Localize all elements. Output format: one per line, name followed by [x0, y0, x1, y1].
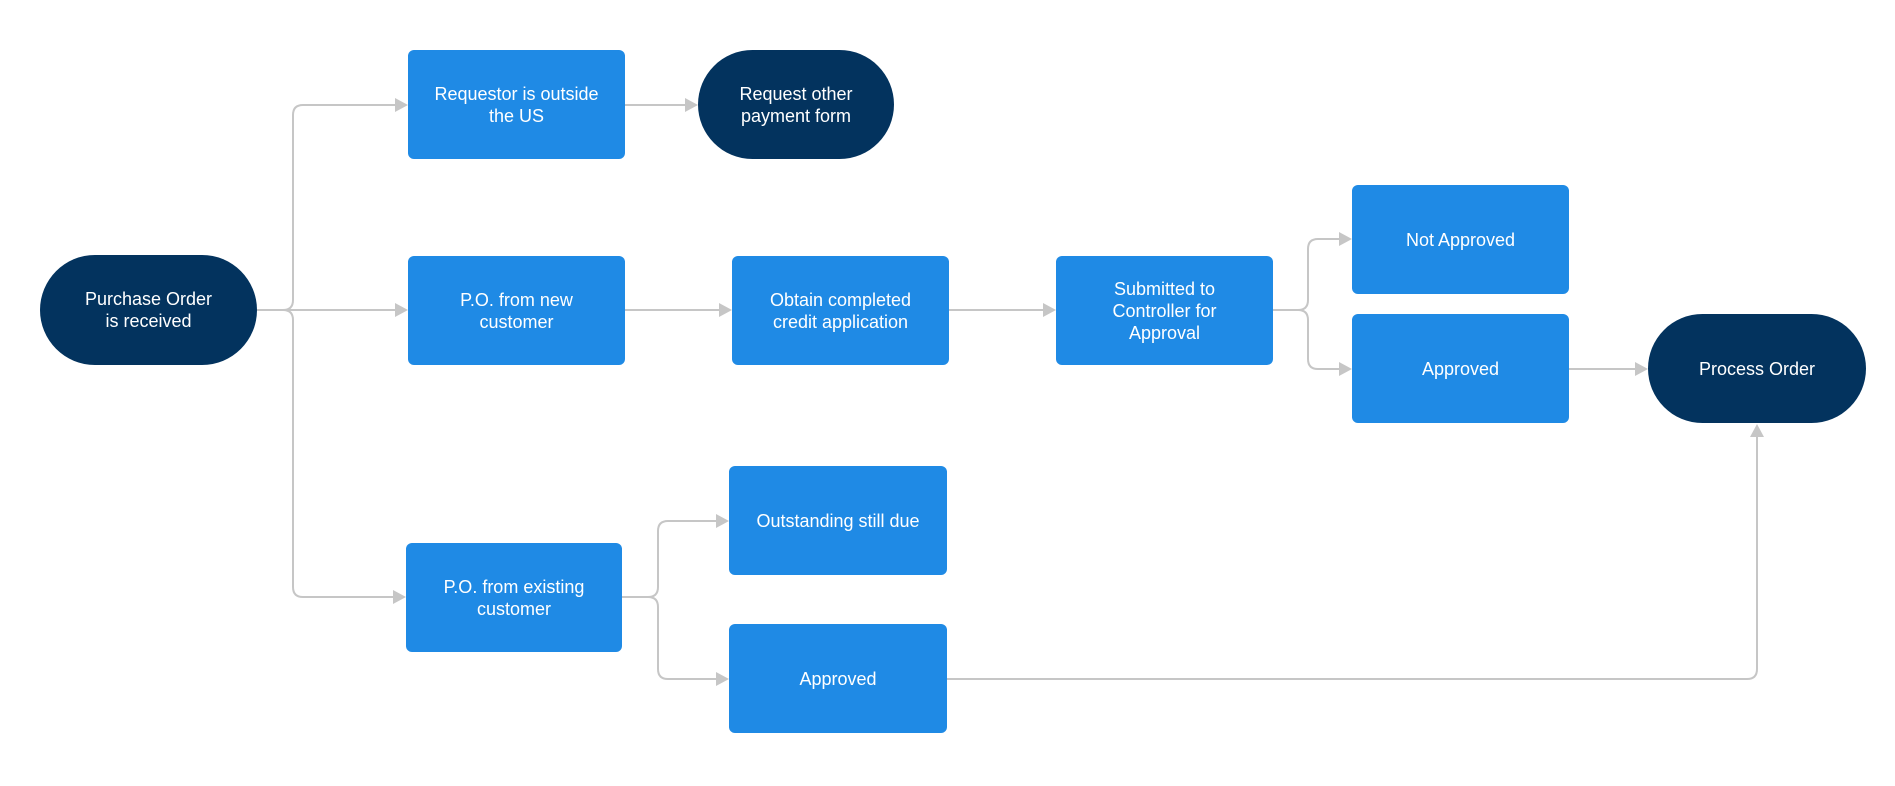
edge-submitted-to-not-approved	[1273, 238, 1340, 311]
arrowhead-icon	[716, 514, 729, 528]
arrowhead-icon	[685, 98, 698, 112]
arrowhead-icon	[1635, 362, 1648, 376]
node-not-approved[interactable]: Not Approved	[1352, 185, 1569, 294]
node-obtain-credit-application[interactable]: Obtain completed credit application	[732, 256, 949, 365]
node-process-order[interactable]: Process Order	[1648, 314, 1866, 423]
node-request-other-payment-form[interactable]: Request other payment form	[698, 50, 894, 159]
edge-po-received-to-po-existing	[257, 309, 394, 598]
node-outstanding-still-due[interactable]: Outstanding still due	[729, 466, 947, 575]
arrowhead-icon	[395, 303, 408, 317]
node-approved-new-customer[interactable]: Approved	[1352, 314, 1569, 423]
arrowhead-icon	[1339, 362, 1352, 376]
edge-po-existing-to-outstanding	[622, 520, 717, 598]
arrowhead-icon	[1750, 424, 1764, 437]
flowchart-canvas: Purchase Order is received Requestor is …	[0, 0, 1895, 786]
arrowhead-icon	[393, 590, 406, 604]
node-requestor-outside-us[interactable]: Requestor is outside the US	[408, 50, 625, 159]
arrowhead-icon	[716, 672, 729, 686]
node-approved-existing-customer[interactable]: Approved	[729, 624, 947, 733]
node-po-from-existing-customer[interactable]: P.O. from existing customer	[406, 543, 622, 652]
arrowhead-icon	[395, 98, 408, 112]
node-submitted-to-controller[interactable]: Submitted to Controller for Approval	[1056, 256, 1273, 365]
arrowhead-icon	[1339, 232, 1352, 246]
connectors	[257, 98, 1764, 686]
edge-po-received-to-requestor-outside	[257, 104, 396, 311]
node-po-from-new-customer[interactable]: P.O. from new customer	[408, 256, 625, 365]
edge-po-existing-to-approved	[622, 596, 717, 680]
arrowhead-icon	[719, 303, 732, 317]
edge-submitted-to-approved	[1273, 309, 1340, 370]
arrowhead-icon	[1043, 303, 1056, 317]
edge-approved-existing-to-process-order	[947, 436, 1758, 680]
node-purchase-order-received[interactable]: Purchase Order is received	[40, 255, 257, 365]
